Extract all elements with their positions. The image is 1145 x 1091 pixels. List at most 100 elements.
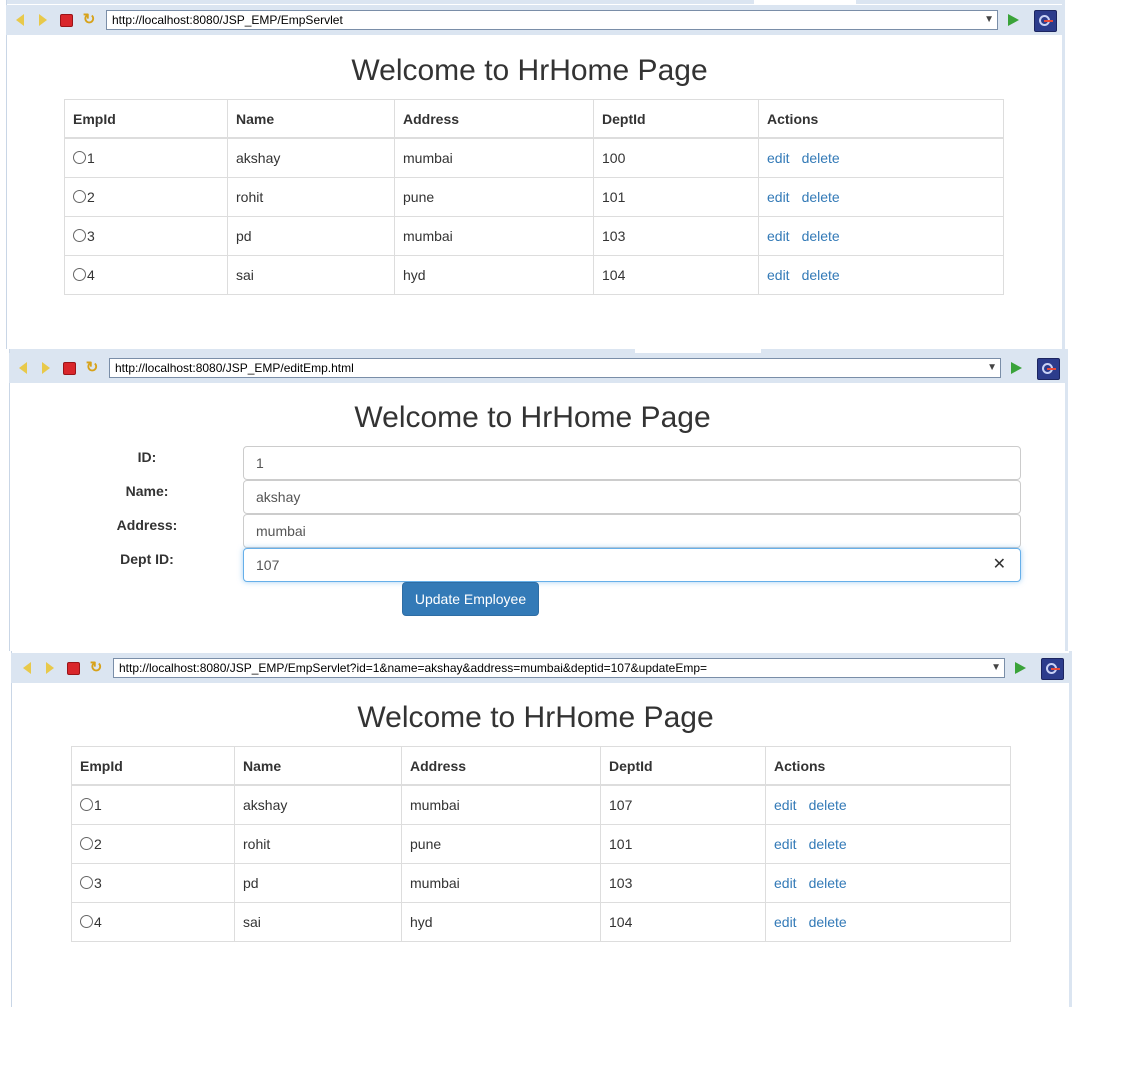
back-arrow-icon[interactable] [12, 13, 28, 27]
row-radio[interactable] [73, 268, 86, 281]
browser-toolbar: ↻ http://localhost:8080/JSP_EMP/EmpServl… [6, 5, 1065, 35]
cell-empid: 2 [94, 836, 102, 852]
row-radio[interactable] [73, 229, 86, 242]
delete-link[interactable]: delete [809, 875, 847, 891]
delete-link[interactable]: delete [809, 836, 847, 852]
table-header-row: EmpId Name Address DeptId Actions [71, 746, 1011, 786]
edit-link[interactable]: edit [774, 914, 797, 930]
delete-link[interactable]: delete [802, 228, 840, 244]
clear-icon[interactable]: ✕ [993, 549, 1006, 581]
header-address: Address [394, 99, 594, 139]
delete-link[interactable]: delete [802, 189, 840, 205]
forward-arrow-icon[interactable] [35, 13, 51, 27]
stop-icon[interactable] [61, 361, 77, 375]
table-row: 3 pd mumbai 103 edit delete [64, 216, 1004, 256]
cell-name: pd [227, 216, 395, 256]
table-row: 1 akshay mumbai 107 edit delete [71, 784, 1011, 825]
cell-empid: 1 [94, 797, 102, 813]
stop-icon[interactable] [58, 13, 74, 27]
row-radio[interactable] [73, 190, 86, 203]
name-field[interactable]: akshay [243, 480, 1021, 514]
dept-id-label: Dept ID: [120, 551, 174, 567]
eclipse-icon[interactable] [1037, 358, 1060, 380]
url-bar[interactable]: http://localhost:8080/JSP_EMP/EmpServlet… [106, 10, 998, 30]
cell-name: rohit [234, 824, 402, 864]
cell-empid: 1 [87, 150, 95, 166]
dept-id-field[interactable]: 107 ✕ [243, 548, 1021, 582]
header-deptid: DeptId [593, 99, 759, 139]
stop-icon[interactable] [65, 661, 81, 675]
url-text: http://localhost:8080/JSP_EMP/editEmp.ht… [115, 361, 354, 375]
cell-deptid: 107 [600, 784, 766, 825]
url-bar[interactable]: http://localhost:8080/JSP_EMP/editEmp.ht… [109, 358, 1001, 378]
edit-link[interactable]: edit [767, 267, 790, 283]
cell-deptid: 103 [593, 216, 759, 256]
cell-name: akshay [234, 784, 402, 825]
delete-link[interactable]: delete [802, 267, 840, 283]
tab-strip [6, 0, 1065, 4]
cell-address: mumbai [394, 137, 594, 178]
eclipse-icon[interactable] [1041, 658, 1064, 680]
forward-arrow-icon[interactable] [38, 361, 54, 375]
header-address: Address [401, 746, 601, 786]
edit-link[interactable]: edit [774, 836, 797, 852]
address-label: Address: [116, 517, 178, 533]
edit-link[interactable]: edit [767, 150, 790, 166]
back-arrow-icon[interactable] [19, 661, 35, 675]
cell-deptid: 101 [593, 177, 759, 217]
header-actions: Actions [765, 746, 1011, 786]
url-bar[interactable]: http://localhost:8080/JSP_EMP/EmpServlet… [113, 658, 1005, 678]
dept-id-value: 107 [256, 557, 280, 573]
table-row: 4 sai hyd 104 edit delete [71, 902, 1011, 942]
edit-link[interactable]: edit [767, 228, 790, 244]
delete-link[interactable]: delete [802, 150, 840, 166]
url-text: http://localhost:8080/JSP_EMP/EmpServlet [112, 13, 343, 27]
cell-name: sai [234, 902, 402, 942]
id-label: ID: [137, 449, 157, 465]
cell-empid: 3 [87, 228, 95, 244]
refresh-icon[interactable]: ↻ [81, 12, 97, 27]
chevron-down-icon[interactable]: ▼ [991, 659, 1001, 677]
back-arrow-icon[interactable] [15, 361, 31, 375]
go-icon[interactable] [1012, 661, 1028, 675]
cell-address: hyd [401, 902, 601, 942]
forward-arrow-icon[interactable] [42, 661, 58, 675]
browser-panel-3: ↻ http://localhost:8080/JSP_EMP/EmpServl… [11, 651, 1072, 1007]
id-field[interactable]: 1 [243, 446, 1021, 480]
browser-panel-1: ↻ http://localhost:8080/JSP_EMP/EmpServl… [6, 0, 1065, 349]
update-employee-button[interactable]: Update Employee [402, 582, 539, 616]
chevron-down-icon[interactable]: ▼ [984, 11, 994, 29]
header-empid: EmpId [64, 99, 228, 139]
cell-address: mumbai [401, 784, 601, 825]
row-radio[interactable] [80, 876, 93, 889]
edit-link[interactable]: edit [774, 797, 797, 813]
table-row: 2 rohit pune 101 edit delete [64, 177, 1004, 217]
row-radio[interactable] [80, 798, 93, 811]
delete-link[interactable]: delete [809, 797, 847, 813]
row-radio[interactable] [80, 915, 93, 928]
employee-table: EmpId Name Address DeptId Actions 1 aksh… [64, 99, 1004, 295]
refresh-icon[interactable]: ↻ [84, 360, 100, 375]
go-icon[interactable] [1005, 13, 1021, 27]
row-radio[interactable] [80, 837, 93, 850]
edit-link[interactable]: edit [767, 189, 790, 205]
header-name: Name [227, 99, 395, 139]
cell-empid: 4 [94, 914, 102, 930]
table-row: 1 akshay mumbai 100 edit delete [64, 137, 1004, 178]
header-name: Name [234, 746, 402, 786]
go-icon[interactable] [1008, 361, 1024, 375]
page-title: Welcome to HrHome Page [357, 701, 714, 734]
table-row: 4 sai hyd 104 edit delete [64, 255, 1004, 295]
chevron-down-icon[interactable]: ▼ [987, 359, 997, 377]
row-radio[interactable] [73, 151, 86, 164]
address-field[interactable]: mumbai [243, 514, 1021, 548]
eclipse-icon[interactable] [1034, 10, 1057, 32]
browser-toolbar: ↻ http://localhost:8080/JSP_EMP/EmpServl… [11, 653, 1072, 683]
cell-empid: 2 [87, 189, 95, 205]
cell-address: mumbai [394, 216, 594, 256]
refresh-icon[interactable]: ↻ [88, 660, 104, 675]
delete-link[interactable]: delete [809, 914, 847, 930]
edit-link[interactable]: edit [774, 875, 797, 891]
cell-name: pd [234, 863, 402, 903]
header-actions: Actions [758, 99, 1004, 139]
